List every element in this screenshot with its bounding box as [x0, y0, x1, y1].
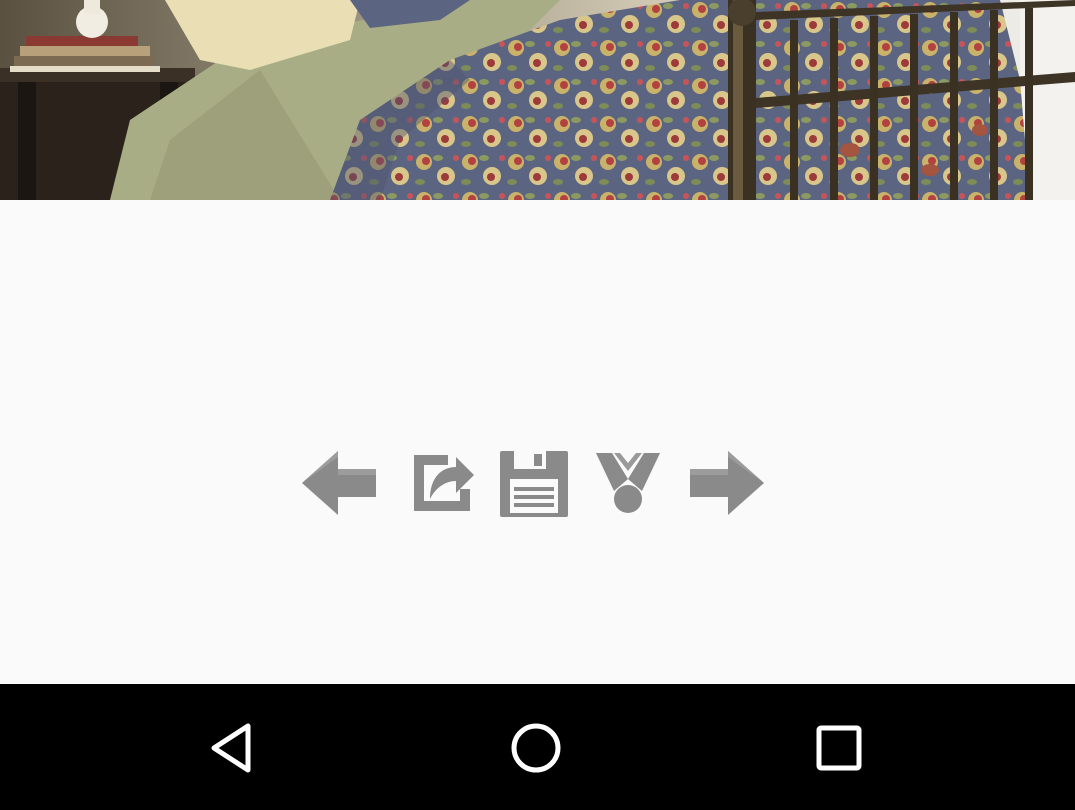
arrow-right-icon: [690, 451, 764, 515]
back-button[interactable]: [192, 712, 272, 784]
image-action-toolbar: [298, 448, 778, 520]
share-export-icon: [414, 455, 474, 511]
save-button[interactable]: [494, 448, 574, 520]
floppy-disk-icon: [500, 451, 568, 517]
recents-button[interactable]: [799, 712, 879, 784]
circle-home-icon: [511, 723, 561, 773]
app-screen: [0, 0, 1075, 810]
wallpaper-photo: [0, 0, 1075, 200]
home-button[interactable]: [496, 712, 576, 784]
previous-button[interactable]: [298, 448, 378, 520]
square-recents-icon: [816, 725, 862, 771]
triangle-back-icon: [211, 723, 251, 773]
award-ribbon-icon: [596, 453, 660, 513]
next-button[interactable]: [688, 448, 768, 520]
share-button[interactable]: [400, 448, 480, 520]
arrow-left-icon: [302, 451, 376, 515]
system-navigation-bar: [0, 684, 1075, 810]
set-as-button[interactable]: [588, 448, 668, 520]
content-area: [0, 200, 1075, 684]
